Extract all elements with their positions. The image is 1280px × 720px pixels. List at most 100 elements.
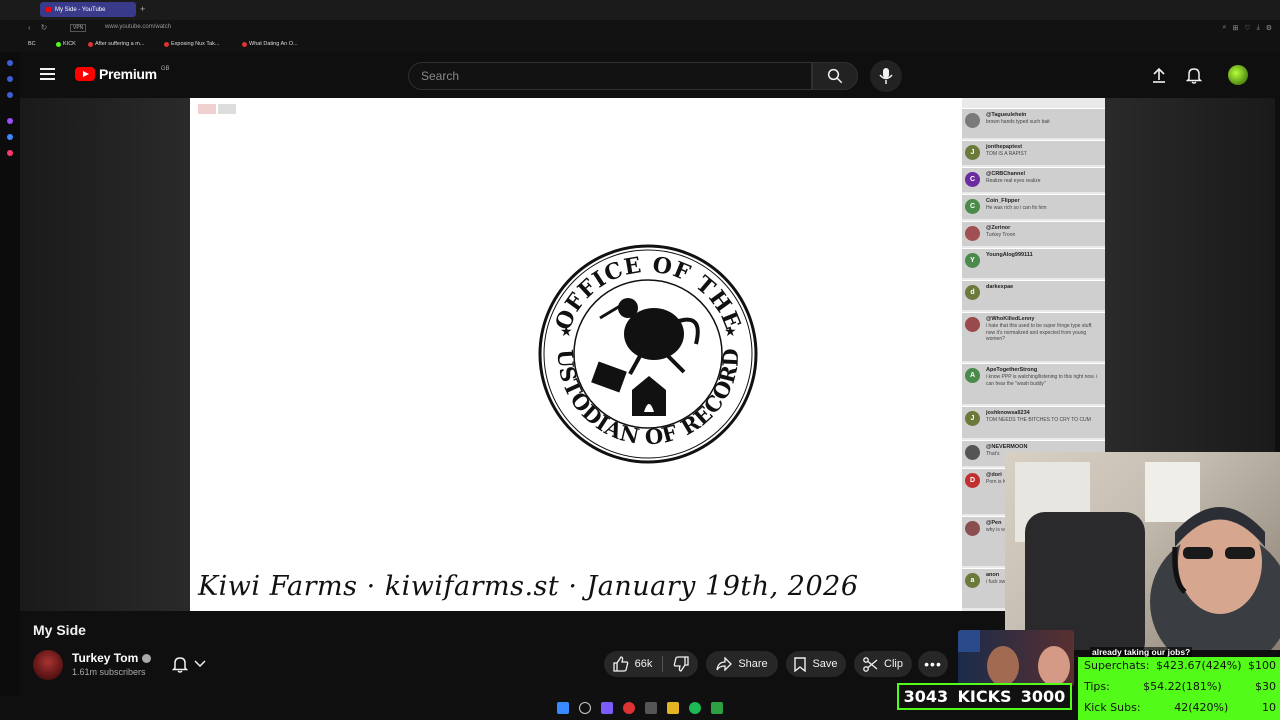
thumbs-down-icon[interactable] [673, 656, 690, 672]
channel-name[interactable]: Turkey Tom [72, 651, 152, 665]
chat-author[interactable]: @Tagueulehein [986, 112, 1026, 118]
video-caption: Kiwi Farms · kiwifarms.st · January 19th… [198, 571, 859, 602]
search-icon [827, 68, 843, 84]
chat-author[interactable]: joshknowsall234 [986, 410, 1030, 416]
bookmark-item[interactable]: After suffering a m... [88, 41, 144, 47]
browser-icon[interactable] [645, 702, 657, 714]
chat-author[interactable]: @WhoKilledLenny [986, 316, 1034, 322]
youtube-favicon-icon [46, 7, 51, 12]
chat-avatar[interactable]: a [965, 573, 980, 588]
chat-avatar[interactable]: J [965, 145, 980, 160]
donation-stats-panel: Superchats: $423.67(424%) $100 Tips: $54… [1078, 657, 1280, 720]
star-icon: ★ [724, 323, 737, 339]
chat-author[interactable]: ApeTogetherStrong [986, 367, 1037, 373]
chat-avatar[interactable] [965, 226, 980, 241]
vpn-badge[interactable]: VPN [70, 24, 87, 32]
browser-tab-strip [0, 0, 1280, 20]
region-code: GB [160, 66, 170, 72]
chat-author[interactable]: jonthepaptest [986, 144, 1022, 150]
chat-author[interactable]: darkexpae [986, 284, 1013, 290]
menu-icon[interactable] [40, 68, 55, 80]
tips-label: Tips: [1084, 680, 1110, 693]
xbox-icon[interactable] [711, 702, 723, 714]
kicksubs-goal: 10 [1262, 701, 1276, 714]
star-icon: ★ [560, 323, 573, 339]
youtube-favicon-icon [164, 41, 169, 47]
reload-icon[interactable]: ↻ [41, 23, 48, 32]
voice-search-button[interactable] [870, 60, 902, 92]
chat-avatar[interactable]: J [965, 411, 980, 426]
browser-tab-youtube[interactable]: My Side - YouTube [40, 2, 136, 17]
chat-avatar[interactable] [965, 113, 980, 128]
chat-author[interactable]: @Pen [986, 520, 1001, 526]
search-input[interactable]: Search [408, 62, 812, 90]
chat-avatar[interactable] [965, 317, 980, 332]
more-actions-icon[interactable]: ••• [918, 651, 948, 677]
chat-author[interactable]: anon [986, 572, 999, 578]
chat-avatar[interactable]: C [965, 172, 980, 187]
bookmark-item[interactable]: Exposing Nux Tak... [164, 41, 220, 47]
settings-icon[interactable]: ⚙ [1266, 24, 1272, 32]
download-icon[interactable]: ⤓ [1257, 24, 1260, 32]
notifications-bell-icon[interactable] [1185, 66, 1203, 84]
youtube-premium-logo[interactable]: Premium GB [75, 66, 169, 82]
chat-author[interactable]: @NEVERMOON [986, 444, 1027, 450]
rail-icon[interactable] [7, 92, 13, 98]
chat-avatar[interactable]: D [965, 473, 980, 488]
discord-icon[interactable] [601, 702, 613, 714]
rail-icon[interactable] [7, 134, 13, 140]
chat-avatar[interactable]: d [965, 285, 980, 300]
chat-author[interactable]: @dori [986, 472, 1002, 478]
windows-start-icon[interactable] [557, 702, 569, 714]
chat-avatar[interactable] [965, 445, 980, 460]
rail-icon[interactable] [7, 150, 13, 156]
chat-avatar[interactable]: Y [965, 253, 980, 268]
rail-icon[interactable] [7, 60, 13, 66]
back-icon[interactable]: ‹ [28, 23, 31, 32]
heart-icon[interactable]: ♡ [1244, 24, 1250, 32]
recommended-thumbnail[interactable] [958, 630, 1074, 686]
chat-text: i hate that this used to be super fringe… [986, 323, 1093, 342]
chat-author[interactable]: @CRBChannel [986, 171, 1025, 177]
chat-author[interactable]: Coin_Flipper [986, 198, 1020, 204]
subscription-bell-button[interactable] [172, 654, 220, 674]
like-button[interactable]: 66k [612, 656, 652, 672]
subscriber-count: 1.61m subscribers [72, 667, 146, 677]
save-button[interactable]: Save [786, 651, 846, 677]
rail-icon[interactable] [7, 118, 13, 124]
chat-text: He was rich so i can fix him [986, 205, 1047, 211]
bookmark-item[interactable]: BC [28, 41, 36, 47]
chat-avatar[interactable]: C [965, 199, 980, 214]
video-title: My Side [33, 622, 86, 638]
search-icon[interactable] [579, 702, 591, 714]
clip-button[interactable]: Clip [854, 651, 912, 677]
ambient-left [20, 98, 190, 611]
search-button[interactable] [812, 62, 858, 90]
upload-icon[interactable] [1150, 66, 1168, 84]
bookmark-item[interactable]: KICK [56, 41, 76, 47]
spotify-icon[interactable] [689, 702, 701, 714]
taskbar [0, 696, 897, 720]
new-tab-icon[interactable]: + [140, 4, 145, 14]
share-button[interactable]: Share [706, 651, 778, 677]
account-avatar[interactable] [1228, 65, 1248, 85]
channel-avatar[interactable] [33, 650, 63, 680]
chat-author[interactable]: @Zerinor [986, 225, 1010, 231]
share-arrow-icon [716, 657, 733, 671]
app-icon[interactable] [623, 702, 635, 714]
bookmark-favicon-icon [88, 41, 93, 47]
video-overlay-tags [198, 104, 236, 114]
chat-author[interactable]: YoungAlog999111 [986, 252, 1033, 258]
zoom-icon[interactable]: ⌕ [1223, 24, 1227, 32]
superchats-label: Superchats: [1084, 659, 1150, 672]
youtube-play-icon [75, 67, 95, 81]
bookmark-item[interactable]: What Dating An O... [242, 41, 298, 47]
url-field[interactable]: www.youtube.com/watch [105, 24, 171, 30]
rail-icon[interactable] [7, 76, 13, 82]
folder-icon[interactable] [667, 702, 679, 714]
ambient-right [1105, 98, 1275, 458]
chat-avatar[interactable] [965, 521, 980, 536]
chat-avatar[interactable]: A [965, 368, 980, 383]
kicks-goal: 3000 [1020, 687, 1066, 706]
extensions-icon[interactable]: ⊞ [1232, 24, 1238, 32]
